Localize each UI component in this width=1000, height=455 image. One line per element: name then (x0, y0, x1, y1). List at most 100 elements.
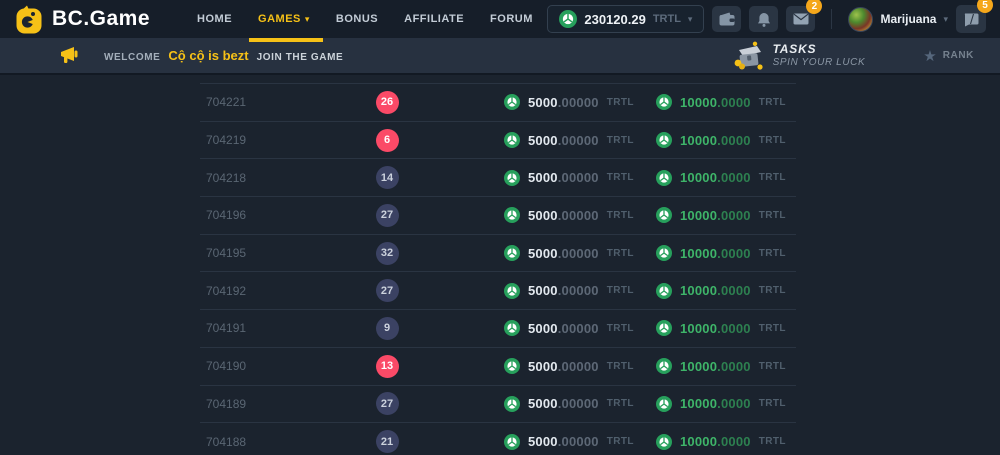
result-badge: 27 (376, 392, 399, 415)
trtl-coin-icon (656, 245, 672, 261)
payout-amount-int: 10000 (680, 133, 717, 148)
bcgame-logo[interactable]: BC.Game (14, 4, 150, 34)
bet-amount-cell: 5000 .00000 TRTL (504, 283, 656, 299)
bet-currency: TRTL (607, 436, 634, 447)
rank-widget[interactable]: ★ RANK (923, 47, 974, 65)
bet-currency: TRTL (607, 285, 634, 296)
table-row[interactable]: 704221 26 5000 .00000 TRTL 10000 (200, 83, 796, 121)
payout-amount-int: 10000 (680, 321, 717, 336)
wallet-button[interactable] (712, 6, 741, 32)
chat-icon (963, 12, 979, 27)
notifications-button[interactable] (749, 6, 778, 32)
bet-amount-int: 5000 (528, 95, 558, 110)
bet-amount-int: 5000 (528, 170, 558, 185)
nav-item[interactable]: HOME (184, 0, 245, 38)
bet-id: 704191 (200, 321, 370, 335)
user-menu[interactable]: Marijuana ▾ (848, 7, 948, 32)
trtl-coin-icon (559, 10, 577, 28)
bcgame-logo-icon (14, 4, 44, 34)
trtl-coin-icon (656, 170, 672, 186)
trtl-coin-icon (656, 434, 672, 450)
payout-amount-cell: 10000 .0000 TRTL (656, 283, 786, 299)
table-row[interactable]: 704219 6 5000 .00000 TRTL 10000 (200, 121, 796, 159)
mail-icon (793, 13, 809, 25)
tasks-title: TASKS (773, 43, 866, 57)
nav-item[interactable]: FORUM (477, 0, 546, 38)
payout-amount-dec: .0000 (717, 283, 751, 298)
bet-amount-cell: 5000 .00000 TRTL (504, 434, 656, 450)
avatar (848, 7, 873, 32)
payout-currency: TRTL (759, 323, 786, 334)
wallet-icon (719, 12, 735, 26)
tasks-text: TASKS SPIN YOUR LUCK (773, 43, 866, 68)
chat-badge: 5 (977, 0, 993, 13)
trtl-coin-icon (656, 132, 672, 148)
trtl-coin-icon (504, 396, 520, 412)
bet-amount-dec: .00000 (558, 434, 599, 449)
bet-id: 704221 (200, 95, 370, 109)
trtl-coin-icon (504, 358, 520, 374)
nav-item[interactable]: BONUS (323, 0, 391, 38)
balance-selector[interactable]: 230120.29 TRTL ▾ (547, 5, 704, 33)
payout-amount-int: 10000 (680, 283, 717, 298)
tasks-subtitle: SPIN YOUR LUCK (773, 57, 866, 69)
bet-currency: TRTL (607, 172, 634, 183)
payout-currency: TRTL (759, 248, 786, 259)
chat-button[interactable]: 5 (956, 5, 986, 33)
bet-amount-dec: .00000 (558, 359, 599, 374)
bets-table-body: 704221 26 5000 .00000 TRTL 10000 (200, 83, 796, 455)
table-row[interactable]: 704218 14 5000 .00000 TRTL 10000 (200, 158, 796, 196)
bet-amount-cell: 5000 .00000 TRTL (504, 207, 656, 223)
notice-bar: WELCOME Cộ cộ is bezt JOIN THE GAME TASK… (0, 38, 1000, 75)
payout-amount-int: 10000 (680, 396, 717, 411)
chevron-down-icon: ▾ (688, 14, 693, 25)
logo-text: BC.Game (52, 7, 150, 31)
table-row[interactable]: 704195 32 5000 .00000 TRTL 10000 (200, 234, 796, 272)
bet-amount-int: 5000 (528, 208, 558, 223)
welcome-message: WELCOME Cộ cộ is bezt JOIN THE GAME (104, 48, 343, 63)
bet-amount-int: 5000 (528, 321, 558, 336)
bet-amount-dec: .00000 (558, 133, 599, 148)
header-divider (831, 9, 832, 29)
result-badge: 27 (376, 204, 399, 227)
nav-item-label: BONUS (336, 13, 378, 25)
result-badge: 27 (376, 279, 399, 302)
bet-currency: TRTL (607, 97, 634, 108)
table-row[interactable]: 704196 27 5000 .00000 TRTL 10000 (200, 196, 796, 234)
trtl-coin-icon (504, 434, 520, 450)
nav-item[interactable]: AFFILIATE (391, 0, 477, 38)
bet-id: 704188 (200, 435, 370, 449)
result-badge: 32 (376, 242, 399, 265)
bet-id: 704196 (200, 208, 370, 222)
payout-amount-cell: 10000 .0000 TRTL (656, 94, 786, 110)
trtl-coin-icon (504, 170, 520, 186)
table-row[interactable]: 704189 27 5000 .00000 TRTL 10000 (200, 385, 796, 423)
trtl-coin-icon (504, 245, 520, 261)
payout-amount-dec: .0000 (717, 208, 751, 223)
table-row[interactable]: 704190 13 5000 .00000 TRTL 10000 (200, 347, 796, 385)
trtl-coin-icon (656, 207, 672, 223)
rank-label: RANK (943, 50, 974, 61)
payout-amount-dec: .0000 (717, 133, 751, 148)
bet-amount-cell: 5000 .00000 TRTL (504, 396, 656, 412)
bet-amount-dec: .00000 (558, 246, 599, 261)
mail-button[interactable]: 2 (786, 6, 815, 32)
trtl-coin-icon (504, 207, 520, 223)
table-row[interactable]: 704191 9 5000 .00000 TRTL 10000 (200, 309, 796, 347)
nav-item[interactable]: GAMES ▾ (245, 0, 323, 38)
megaphone-icon (60, 47, 82, 65)
bet-id: 704218 (200, 171, 370, 185)
main-content: 704221 26 5000 .00000 TRTL 10000 (0, 75, 1000, 455)
tasks-widget[interactable]: TASKS SPIN YOUR LUCK (731, 41, 866, 71)
table-row[interactable]: 704188 21 5000 .00000 TRTL 10000 (200, 422, 796, 455)
result-badge: 21 (376, 430, 399, 453)
result-badge: 13 (376, 355, 399, 378)
payout-amount-dec: .0000 (717, 246, 751, 261)
bet-id: 704192 (200, 284, 370, 298)
main-nav: HOME GAMES ▾ BONUS AFFILIATE (184, 0, 546, 38)
payout-amount-int: 10000 (680, 170, 717, 185)
payout-amount-cell: 10000 .0000 TRTL (656, 320, 786, 336)
nav-item-label: GAMES (258, 13, 301, 25)
table-row[interactable]: 704192 27 5000 .00000 TRTL 10000 (200, 271, 796, 309)
bet-amount-int: 5000 (528, 434, 558, 449)
